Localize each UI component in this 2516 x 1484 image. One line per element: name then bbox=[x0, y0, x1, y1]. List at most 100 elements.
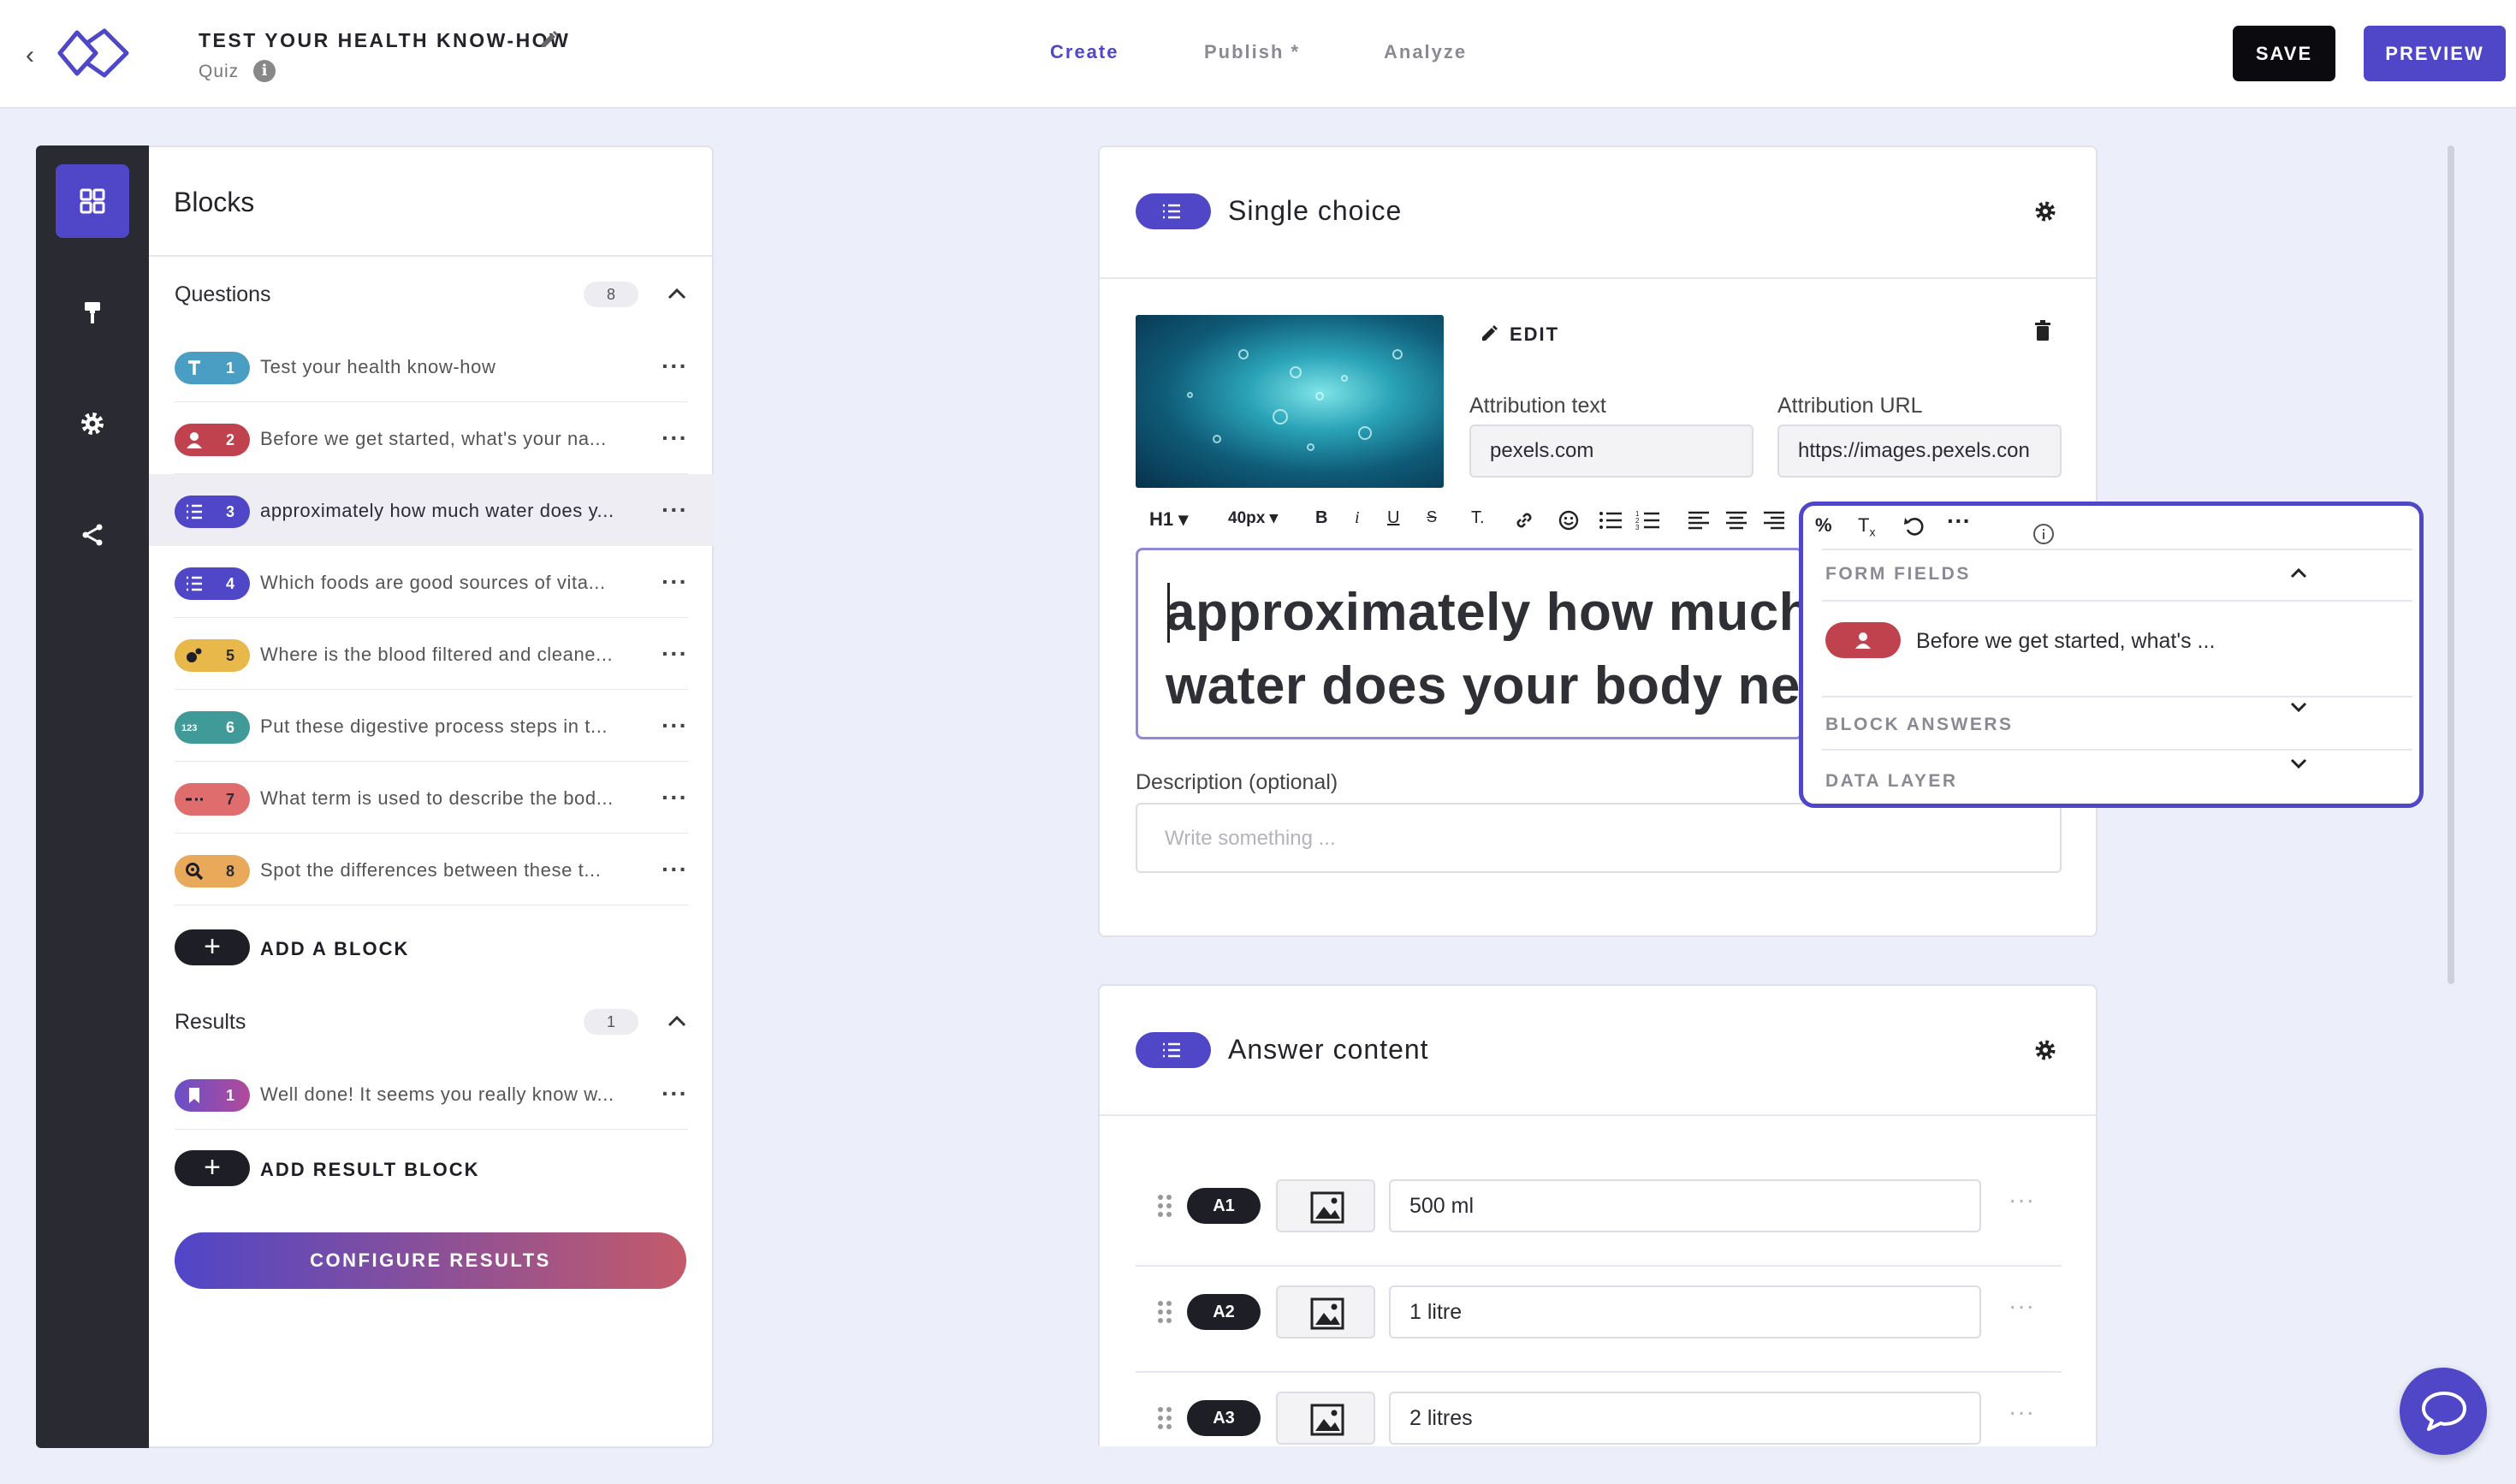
add-result-block-button[interactable]: + bbox=[175, 1150, 250, 1186]
top-bar: ‹ TEST YOUR HEALTH KNOW-HOW Quiz i Creat… bbox=[0, 0, 2516, 109]
form-field-item[interactable]: Before we get started, what's ... bbox=[1916, 629, 2215, 654]
scrollbar[interactable] bbox=[2448, 145, 2454, 984]
add-block-button[interactable]: + bbox=[175, 929, 250, 965]
chevron-down-icon[interactable] bbox=[2288, 752, 2310, 775]
align-left-icon[interactable] bbox=[1687, 508, 1711, 532]
result-number: 1 bbox=[225, 1087, 234, 1104]
configure-results-button[interactable]: CONFIGURE RESULTS bbox=[175, 1232, 686, 1289]
answer-input[interactable]: 2 litres bbox=[1389, 1392, 1981, 1445]
gear-icon[interactable] bbox=[2032, 199, 2058, 224]
list-item[interactable]: 1 Test your health know-how ··· bbox=[149, 330, 714, 402]
rail-design-button[interactable] bbox=[56, 276, 129, 349]
results-section-title[interactable]: Results bbox=[175, 1010, 246, 1035]
answer-input[interactable]: 500 ml bbox=[1389, 1179, 1981, 1232]
numbered-list-icon[interactable]: 123 bbox=[1635, 508, 1661, 532]
question-label: Which foods are good sources of vita... bbox=[260, 572, 606, 593]
tab-analyze[interactable]: Analyze bbox=[1384, 41, 1467, 63]
question-title-editor[interactable]: approximately how much water does your b… bbox=[1136, 548, 1803, 739]
question-image[interactable] bbox=[1136, 315, 1444, 488]
add-answer-image-button[interactable] bbox=[1276, 1285, 1375, 1339]
more-options-icon[interactable]: ··· bbox=[662, 1080, 688, 1107]
question-title-text[interactable]: approximately how much water does your b… bbox=[1166, 576, 1801, 737]
result-label: Well done! It seems you really know w... bbox=[260, 1083, 614, 1105]
preview-button[interactable]: PREVIEW bbox=[2364, 26, 2506, 81]
answer-input[interactable]: 1 litre bbox=[1389, 1285, 1981, 1339]
info-icon[interactable]: i bbox=[253, 60, 276, 82]
tab-create[interactable]: Create bbox=[1050, 41, 1119, 63]
attribution-url-input[interactable]: https://images.pexels.con bbox=[1777, 424, 2062, 478]
more-options-icon[interactable]: ··· bbox=[662, 496, 688, 524]
edit-title-pencil-icon[interactable] bbox=[539, 29, 560, 50]
save-button[interactable]: SAVE bbox=[2233, 26, 2335, 81]
underline-icon[interactable]: U bbox=[1387, 508, 1399, 528]
more-options-icon[interactable]: ··· bbox=[662, 424, 688, 452]
attribution-text-input[interactable]: pexels.com bbox=[1469, 424, 1753, 478]
more-options-icon[interactable]: ··· bbox=[662, 784, 688, 811]
back-chevron-icon[interactable]: ‹ bbox=[26, 41, 34, 70]
question-number: 4 bbox=[225, 575, 234, 592]
rail-blocks-button[interactable] bbox=[56, 164, 129, 238]
align-right-icon[interactable] bbox=[1762, 508, 1786, 532]
chevron-up-icon[interactable] bbox=[2288, 562, 2310, 585]
list-item[interactable]: 123 6 Put these digestive process steps … bbox=[149, 690, 714, 762]
text-color-icon[interactable]: T. bbox=[1471, 508, 1485, 528]
font-size-dropdown[interactable]: 40px ▾ bbox=[1228, 508, 1278, 528]
emoji-icon[interactable] bbox=[1557, 508, 1581, 532]
more-options-icon[interactable]: ··· bbox=[2009, 1186, 2035, 1214]
rail-logic-button[interactable] bbox=[56, 498, 129, 572]
form-fields-section-title[interactable]: FORM FIELDS bbox=[1825, 564, 1971, 585]
chevron-up-icon[interactable] bbox=[666, 1011, 688, 1033]
list-item-selected[interactable]: 3 approximately how much water does y...… bbox=[149, 474, 714, 546]
list-item[interactable]: 8 Spot the differences between these t..… bbox=[149, 834, 714, 905]
logo-icon[interactable] bbox=[53, 24, 135, 82]
add-block-label[interactable]: ADD A BLOCK bbox=[260, 938, 409, 960]
bookmark-icon bbox=[189, 1088, 199, 1103]
more-options-icon[interactable]: ··· bbox=[2009, 1292, 2035, 1320]
align-center-icon[interactable] bbox=[1724, 508, 1748, 532]
clear-format-icon[interactable]: Tx bbox=[1858, 514, 1875, 538]
description-input[interactable]: Write something ... bbox=[1136, 803, 2062, 873]
heading-dropdown[interactable]: H1 ▾ bbox=[1149, 508, 1188, 531]
block-answers-section-title[interactable]: BLOCK ANSWERS bbox=[1825, 715, 2014, 735]
add-result-block-label[interactable]: ADD RESULT BLOCK bbox=[260, 1159, 479, 1181]
chevron-up-icon[interactable] bbox=[666, 283, 688, 306]
more-options-icon[interactable]: ··· bbox=[662, 640, 688, 668]
chevron-down-icon[interactable] bbox=[2288, 696, 2310, 718]
more-toolbar-icon[interactable]: ··· bbox=[1947, 508, 1971, 535]
list-item[interactable]: 1 Well done! It seems you really know w.… bbox=[149, 1058, 714, 1130]
add-answer-image-button[interactable] bbox=[1276, 1179, 1375, 1232]
bullet-list-icon[interactable] bbox=[1598, 508, 1623, 532]
question-type-badge: 3 bbox=[175, 496, 250, 528]
italic-icon[interactable]: i bbox=[1355, 508, 1360, 528]
drag-handle-icon[interactable] bbox=[1156, 1193, 1173, 1219]
gear-icon[interactable] bbox=[2032, 1037, 2058, 1063]
list-item[interactable]: 7 What term is used to describe the bod.… bbox=[149, 762, 714, 834]
answer-label-badge: A1 bbox=[1187, 1188, 1261, 1224]
list-item[interactable]: 2 Before we get started, what's your na.… bbox=[149, 402, 714, 474]
drag-handle-icon[interactable] bbox=[1156, 1405, 1173, 1431]
data-layer-section-title[interactable]: DATA LAYER bbox=[1825, 771, 1958, 792]
more-options-icon[interactable]: ··· bbox=[662, 712, 688, 739]
rail-settings-button[interactable] bbox=[56, 387, 129, 460]
add-answer-image-button[interactable] bbox=[1276, 1392, 1375, 1445]
link-icon[interactable] bbox=[1512, 508, 1536, 532]
bold-icon[interactable]: B bbox=[1315, 508, 1327, 528]
tab-publish[interactable]: Publish * bbox=[1204, 41, 1300, 63]
more-options-icon[interactable]: ··· bbox=[662, 856, 688, 883]
question-label: What term is used to describe the bod... bbox=[260, 787, 614, 809]
more-options-icon[interactable]: ··· bbox=[662, 353, 688, 380]
more-options-icon[interactable]: ··· bbox=[2009, 1398, 2035, 1426]
more-options-icon[interactable]: ··· bbox=[662, 568, 688, 596]
info-icon[interactable] bbox=[2032, 523, 2055, 545]
list-item[interactable]: 5 Where is the blood filtered and cleane… bbox=[149, 618, 714, 690]
list-item[interactable]: 4 Which foods are good sources of vita..… bbox=[149, 546, 714, 618]
variables-percent-icon[interactable]: % bbox=[1815, 514, 1832, 537]
edit-image-button[interactable]: EDIT bbox=[1510, 324, 1559, 346]
questions-section-title[interactable]: Questions bbox=[175, 282, 271, 307]
undo-icon[interactable] bbox=[1902, 514, 1926, 538]
strikethrough-icon[interactable]: S bbox=[1427, 508, 1437, 526]
chat-button[interactable] bbox=[2400, 1368, 2487, 1455]
trash-icon[interactable] bbox=[2033, 320, 2052, 342]
pencil-icon[interactable] bbox=[1481, 324, 1499, 342]
drag-handle-icon[interactable] bbox=[1156, 1299, 1173, 1325]
